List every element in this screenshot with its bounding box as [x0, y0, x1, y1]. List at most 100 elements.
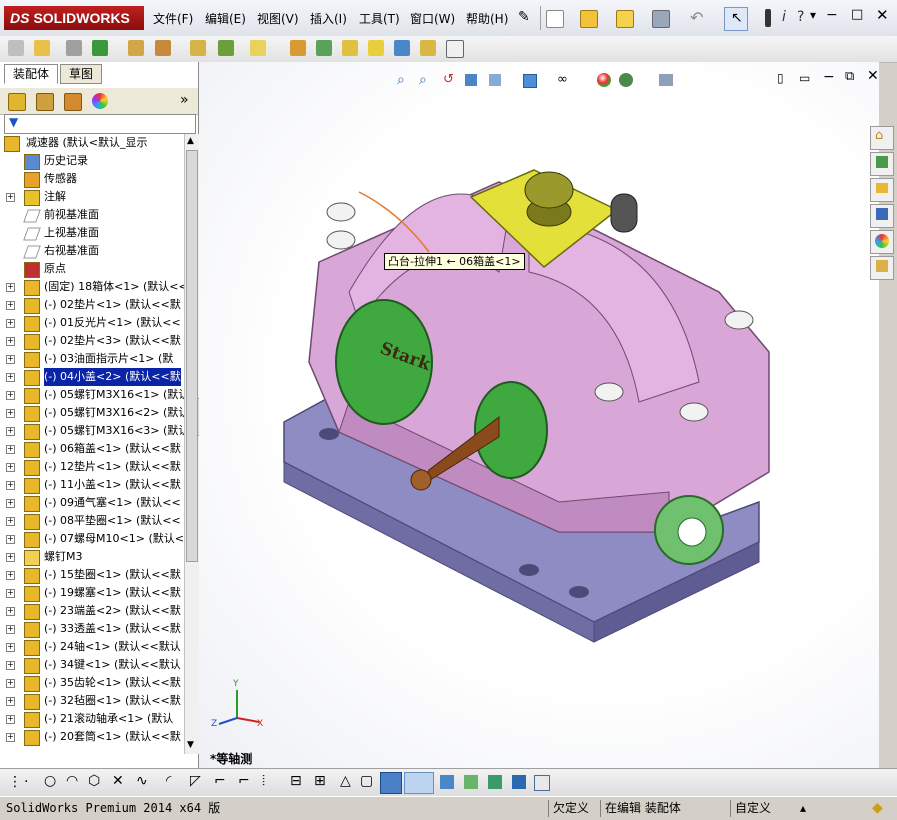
expand-toggle-icon[interactable]: + — [6, 283, 15, 292]
property-manager-icon[interactable] — [36, 93, 54, 111]
tree-item[interactable]: + (-) 20套筒<1> (默认<<默 — [0, 728, 184, 746]
section-icon[interactable] — [440, 775, 454, 789]
design-library-icon[interactable] — [870, 152, 894, 176]
expand-toggle-icon[interactable]: + — [6, 391, 15, 400]
gear-reducer-model[interactable]: Stark Y X Z — [199, 62, 879, 768]
expand-toggle-icon[interactable]: + — [6, 553, 15, 562]
pattern-icon[interactable] — [92, 40, 108, 56]
graphics-viewport[interactable]: ⌕ ⌕ ↺ ∞ ▯ ▭ − ⧉ ✕ Stark Y X Z *等轴测 — [199, 62, 879, 768]
info-icon[interactable]: i — [782, 9, 786, 25]
box-icon[interactable]: ▢ — [360, 773, 373, 789]
feature-tree-icon[interactable] — [8, 93, 26, 111]
tree-item[interactable]: + 螺钉M3 — [0, 548, 184, 566]
tree-item[interactable]: + (-) 09通气塞<1> (默认<< — [0, 494, 184, 512]
tree-item[interactable]: 右视基准面 — [0, 242, 184, 260]
chevron-down-icon[interactable]: ▾ — [810, 8, 816, 22]
tree-item[interactable]: -减速器 (默认<默认_显示 — [0, 134, 184, 152]
move-component-icon[interactable] — [128, 40, 144, 56]
units-dropdown-icon[interactable]: ▴ — [800, 800, 806, 817]
expand-toggle-icon[interactable]: + — [6, 625, 15, 634]
expand-toggle-icon[interactable]: + — [6, 355, 15, 364]
mass-properties-icon[interactable] — [420, 40, 436, 56]
camera-icon[interactable] — [512, 775, 526, 789]
expand-toggle-icon[interactable]: + — [6, 463, 15, 472]
expand-toggle-icon[interactable]: + — [6, 571, 15, 580]
tree-filter[interactable]: ▼ — [4, 114, 196, 134]
tree-item[interactable]: + 注解 — [0, 188, 184, 206]
tree-item[interactable]: + (-) 03油面指示片<1> (默 — [0, 350, 184, 368]
expand-toggle-icon[interactable]: + — [6, 409, 15, 418]
close-icon[interactable]: ✕ — [876, 6, 889, 24]
menu-edit[interactable]: 编辑(E) — [205, 10, 246, 27]
expand-toggle-icon[interactable]: + — [6, 517, 15, 526]
fillet-icon[interactable]: ◜ — [166, 773, 171, 789]
triangle-icon[interactable]: △ — [340, 773, 351, 789]
open-folder-icon[interactable] — [580, 10, 598, 28]
tree-item[interactable]: + (-) 34键<1> (默认<<默认 — [0, 656, 184, 674]
help-tag-icon[interactable]: ◆ — [872, 800, 883, 817]
tree-item[interactable]: + (-) 08平垫圈<1> (默认<< — [0, 512, 184, 530]
chamfer-icon[interactable]: ◸ — [190, 773, 201, 789]
tree-item[interactable]: + (-) 05螺钉M3X16<2> (默认 — [0, 404, 184, 422]
scroll-down-icon[interactable]: ▼ — [187, 740, 194, 750]
menu-insert[interactable]: 插入(I) — [310, 10, 347, 27]
tree-item[interactable]: + (-) 19螺塞<1> (默认<<默 — [0, 584, 184, 602]
minimize-icon[interactable]: − — [826, 7, 838, 23]
dimension-icon[interactable]: ⊟ — [290, 773, 302, 789]
measure-icon[interactable] — [394, 40, 410, 56]
menu-view[interactable]: 视图(V) — [257, 10, 299, 27]
expand-toggle-icon[interactable]: + — [6, 697, 15, 706]
gear-settings-icon[interactable] — [290, 40, 306, 56]
expand-toggle-icon[interactable]: + — [6, 301, 15, 310]
point-icon[interactable]: · — [24, 774, 28, 790]
appearances-scenes-icon[interactable] — [870, 230, 894, 254]
smart-fastener-icon[interactable] — [190, 40, 206, 56]
table-icon[interactable] — [534, 775, 550, 791]
tree-item[interactable]: + (-) 23端盖<2> (默认<<默 — [0, 602, 184, 620]
tree-item[interactable]: + (-) 05螺钉M3X16<1> (默认 — [0, 386, 184, 404]
expand-toggle-icon[interactable]: + — [6, 607, 15, 616]
tree-item[interactable]: 原点 — [0, 260, 184, 278]
expand-toggle-icon[interactable]: + — [6, 319, 15, 328]
mate-icon[interactable] — [34, 40, 50, 56]
tab-sketch[interactable]: 草图 — [60, 64, 103, 84]
solidworks-logo[interactable]: DS SOLIDWORKS — [4, 6, 144, 30]
expand-toggle-icon[interactable]: + — [6, 337, 15, 346]
offset-icon[interactable]: ⌐ — [214, 773, 226, 789]
tree-item[interactable]: + (-) 33透盖<1> (默认<<默 — [0, 620, 184, 638]
interference-icon[interactable] — [316, 40, 332, 56]
tree-item[interactable]: + (-) 24轴<1> (默认<<默认 — [0, 638, 184, 656]
new-document-icon[interactable] — [546, 10, 564, 28]
rebuild-warning-icon[interactable] — [616, 10, 634, 28]
menu-window[interactable]: 窗口(W) — [410, 10, 455, 27]
magic-wand-icon[interactable] — [250, 40, 266, 56]
bill-of-materials-icon[interactable] — [342, 40, 358, 56]
hide-show-icon[interactable] — [464, 775, 478, 789]
explode-icon[interactable] — [218, 40, 234, 56]
help-question-icon[interactable]: ? — [797, 9, 804, 25]
expand-toggle-icon[interactable]: + — [6, 193, 15, 202]
expand-toggle-icon[interactable]: + — [6, 733, 15, 742]
trim-icon[interactable]: ✕ — [112, 773, 124, 789]
edit-component-icon[interactable] — [488, 775, 502, 789]
evaluate-icon[interactable] — [368, 40, 384, 56]
expand-toggle-icon[interactable]: + — [6, 499, 15, 508]
arc-icon[interactable]: ◠ — [66, 773, 78, 789]
expand-toggle-icon[interactable]: + — [6, 427, 15, 436]
spline-icon[interactable]: ∿ — [136, 773, 148, 789]
tree-item[interactable]: + (-) 01反光片<1> (默认<< — [0, 314, 184, 332]
expand-toggle-icon[interactable]: + — [6, 373, 15, 382]
print-icon[interactable] — [652, 10, 670, 28]
tree-item[interactable]: + (-) 12垫片<1> (默认<<默 — [0, 458, 184, 476]
tree-item[interactable]: + (-) 32毡圈<1> (默认<<默 — [0, 692, 184, 710]
menu-file[interactable]: 文件(F) — [153, 10, 193, 27]
custom-properties-icon[interactable] — [870, 256, 894, 280]
tree-item[interactable]: + (固定) 18箱体<1> (默认<< — [0, 278, 184, 296]
file-explorer-icon[interactable] — [870, 178, 894, 202]
tree-item[interactable]: + (-) 02垫片<3> (默认<<默 — [0, 332, 184, 350]
tree-item[interactable]: + (-) 35齿轮<1> (默认<<默 — [0, 674, 184, 692]
expand-toggle-icon[interactable]: + — [6, 643, 15, 652]
tree-item[interactable]: 历史记录 — [0, 152, 184, 170]
circle-icon[interactable]: ○ — [44, 773, 56, 789]
maximize-icon[interactable]: □ — [851, 7, 863, 22]
